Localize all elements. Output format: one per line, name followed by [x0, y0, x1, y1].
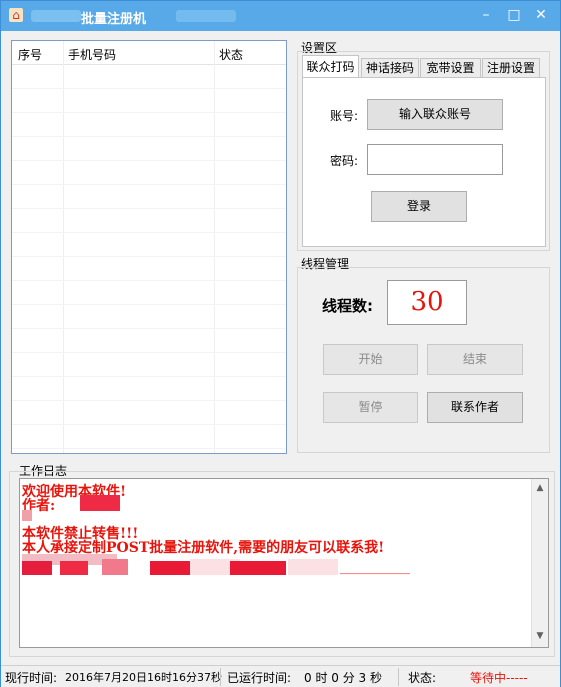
phone-list[interactable]: 序号 手机号码 状态	[11, 40, 287, 454]
list-row-line	[12, 88, 286, 89]
thread-count-field[interactable]: 30	[387, 280, 467, 325]
redacted-block	[60, 561, 88, 575]
current-time-value: 2016年7月20日16时16分37秒	[65, 671, 222, 684]
list-row-line	[12, 376, 286, 377]
title-redacted-block	[31, 10, 81, 22]
list-header: 序号 手机号码 状态	[12, 41, 286, 65]
title-redacted-block-2	[176, 10, 236, 22]
list-row-line	[12, 328, 286, 329]
list-row-line	[12, 424, 286, 425]
redacted-block	[102, 559, 128, 575]
list-row-line	[12, 256, 286, 257]
column-divider	[63, 41, 64, 453]
list-row-line	[12, 232, 286, 233]
tab-broadband[interactable]: 宽带设置	[420, 58, 481, 78]
elapsed-time-label: 已运行时间:	[227, 671, 292, 685]
column-divider	[214, 41, 215, 453]
current-time-label: 现行时间:	[5, 671, 58, 685]
redacted-block	[230, 561, 286, 575]
list-row-line	[12, 280, 286, 281]
tab-register-settings[interactable]: 注册设置	[482, 58, 540, 78]
title-bar[interactable]: ⌂ 批量注册机 – □ ✕	[1, 1, 560, 31]
log-trailing-line: __________	[340, 559, 410, 575]
password-field[interactable]	[367, 144, 503, 175]
login-button[interactable]: 登录	[371, 191, 467, 222]
tab-shenhua[interactable]: 神话接码	[361, 58, 419, 78]
list-row-line	[12, 112, 286, 113]
contact-author-button[interactable]: 联系作者	[427, 392, 523, 423]
list-row-line	[12, 304, 286, 305]
log-scrollbar[interactable]: ▲ ▼	[531, 479, 548, 647]
state-value: 等待中-----	[470, 671, 528, 685]
start-button[interactable]: 开始	[323, 344, 418, 375]
list-row-line	[12, 208, 286, 209]
list-row-line	[12, 352, 286, 353]
maximize-button[interactable]: □	[503, 5, 525, 25]
list-row-line	[12, 448, 286, 449]
column-header-phone[interactable]: 手机号码	[68, 46, 116, 63]
state-label: 状态:	[408, 671, 437, 685]
redacted-block	[22, 510, 32, 521]
scroll-up-icon[interactable]: ▲	[535, 483, 545, 493]
window-title: 批量注册机	[81, 12, 147, 27]
list-row-line	[12, 160, 286, 161]
elapsed-time-value: 0 时 0 分 3 秒	[304, 671, 382, 685]
status-bar: 现行时间: 2016年7月20日16时16分37秒 已运行时间: 0 时 0 分…	[1, 665, 560, 687]
app-icon: ⌂	[9, 8, 23, 22]
account-label: 账号:	[330, 109, 359, 123]
tab-lianzhong[interactable]: 联众打码	[302, 55, 359, 78]
status-divider	[398, 668, 399, 686]
minimize-button[interactable]: –	[475, 5, 497, 25]
end-button[interactable]: 结束	[427, 344, 523, 375]
app-window: ⌂ 批量注册机 – □ ✕ 序号 手机号码 状态 设置区 联众打码 神话接码 宽…	[0, 0, 561, 687]
log-textarea[interactable]: 欢迎使用本软件! 作者: 本软件禁止转售!!! 本人承接定制POST批量注册软件…	[19, 478, 549, 648]
column-header-status[interactable]: 状态	[219, 46, 243, 63]
redacted-block	[288, 559, 338, 575]
thread-count-label: 线程数:	[322, 297, 373, 315]
column-header-index[interactable]: 序号	[18, 46, 42, 63]
list-row-line	[12, 400, 286, 401]
enter-account-button[interactable]: 输入联众账号	[367, 99, 503, 130]
list-row-line	[12, 136, 286, 137]
close-button[interactable]: ✕	[530, 5, 552, 25]
redacted-block	[80, 495, 120, 511]
redacted-block	[150, 561, 190, 575]
redacted-block	[22, 561, 52, 575]
scroll-down-icon[interactable]: ▼	[535, 631, 545, 641]
list-row-line	[12, 184, 286, 185]
status-divider	[220, 668, 221, 686]
password-label: 密码:	[330, 154, 359, 168]
pause-button[interactable]: 暂停	[323, 392, 418, 423]
